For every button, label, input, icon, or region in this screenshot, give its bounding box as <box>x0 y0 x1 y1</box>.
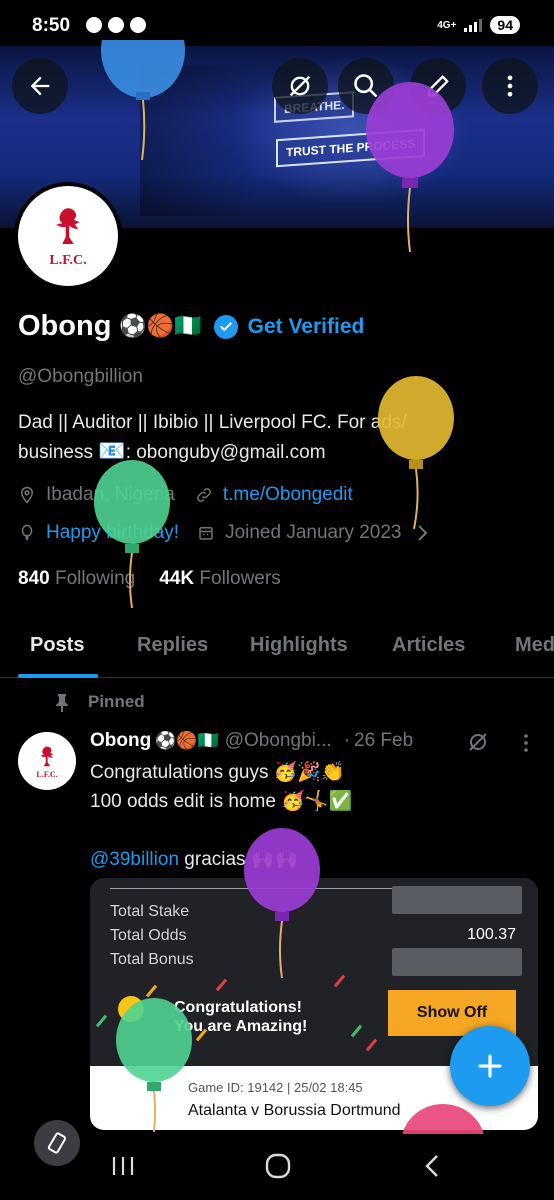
post-more-icon[interactable] <box>516 732 536 754</box>
bonus-value-redacted <box>392 948 522 976</box>
system-navigation-bar <box>0 1132 554 1200</box>
birthday-link[interactable]: Happy birthday! <box>46 522 179 544</box>
post-line-1: Congratulations guys 🥳🎉👏 <box>90 762 345 783</box>
profile-bio: Dad || Auditor || Ibibio || Liverpool FC… <box>18 408 538 467</box>
congrats-message: Congratulations! You are Amazing! <box>174 999 308 1035</box>
post-author-avatar[interactable]: L.F.C. <box>18 732 76 790</box>
battery-indicator: 94 <box>490 16 520 34</box>
back-nav-icon[interactable] <box>422 1154 442 1178</box>
signal-icon <box>464 18 483 32</box>
match-name: Atalanta v Borussia Dortmund <box>188 1102 401 1119</box>
grok-button[interactable] <box>272 58 328 114</box>
back-button[interactable] <box>12 58 68 114</box>
app-notification-icon <box>130 17 146 33</box>
profile-meta-row-2: Happy birthday! Joined January 2023 <box>18 522 430 544</box>
profile-tabs: Posts Replies Highlights Articles Media <box>0 618 554 678</box>
more-vertical-icon <box>507 75 513 97</box>
post-author-name[interactable]: Obong <box>90 730 151 752</box>
notification-icons <box>86 17 146 33</box>
recent-apps-icon[interactable] <box>110 1154 136 1178</box>
status-time: 8:50 <box>32 15 71 36</box>
following-stat[interactable]: 840 Following <box>18 568 135 590</box>
profile-meta-row-1: Ibadan, Nigeria t.me/Obongedit <box>18 484 353 506</box>
total-stake-label: Total Stake <box>110 903 190 920</box>
total-bonus-label: Total Bonus <box>110 951 194 968</box>
post-date: 26 Feb <box>354 730 414 751</box>
post-author-handle[interactable]: @Obongbi... <box>225 730 332 752</box>
follow-stats: 840 Following 44K Followers <box>18 568 281 590</box>
compose-post-button[interactable] <box>450 1026 530 1106</box>
tab-posts[interactable]: Posts <box>30 634 84 657</box>
post-separator: · <box>343 730 351 751</box>
tab-replies[interactable]: Replies <box>137 634 208 657</box>
calendar-icon <box>199 527 213 540</box>
get-verified-link[interactable]: Get Verified <box>248 315 365 339</box>
network-type: 4G+ <box>437 19 457 31</box>
coin-icon <box>118 996 144 1022</box>
mention-link[interactable]: @39billion <box>90 849 179 870</box>
edit-icon <box>427 75 449 97</box>
grok-icon[interactable] <box>466 730 490 754</box>
post-line-2: 100 odds edit is home 🥳🤸✅ <box>90 791 353 812</box>
search-icon <box>354 74 378 98</box>
post-header: Obong ⚽🏀🇳🇬 @Obongbi... · 26 Feb <box>90 730 413 752</box>
bio-line-1: Dad || Auditor || Ibibio || Liverpool FC… <box>18 412 407 433</box>
verified-check-icon[interactable] <box>213 314 238 339</box>
telegram-notification-icon <box>108 17 124 33</box>
profile-handle: @Obongbillion <box>18 366 143 387</box>
total-odds-value: 100.37 <box>467 926 516 943</box>
profile-name-emojis: ⚽🏀🇳🇬 <box>119 314 202 339</box>
profile-location: Ibadan, Nigeria <box>46 484 175 505</box>
location-pin-icon <box>20 486 34 504</box>
rotate-icon <box>47 1132 67 1154</box>
liverbird-icon <box>40 746 54 766</box>
search-button[interactable] <box>338 58 394 114</box>
tab-articles[interactable]: Articles <box>392 634 465 657</box>
profile-avatar[interactable]: L.F.C. <box>14 182 122 290</box>
post-line-3: @39billion gracias 🙌🙌 <box>90 849 299 870</box>
chevron-right-icon[interactable] <box>416 524 430 542</box>
game-id: Game ID: 19142 | 25/02 18:45 <box>188 1080 363 1095</box>
envelope-emoji: 📧 <box>98 439 126 464</box>
balloon-icon <box>21 524 33 541</box>
link-icon <box>196 488 211 502</box>
plus-icon <box>478 1054 502 1078</box>
more-options-button[interactable] <box>482 58 538 114</box>
tab-highlights[interactable]: Highlights <box>250 634 348 657</box>
status-bar: 8:50 4G+ 94 <box>0 0 554 46</box>
active-tab-indicator <box>18 674 98 678</box>
post-author-emojis: ⚽🏀🇳🇬 <box>155 731 219 751</box>
avatar-lfc-text: L.F.C. <box>36 769 58 779</box>
total-odds-label: Total Odds <box>110 927 187 944</box>
chat-notification-icon <box>86 17 102 33</box>
profile-joined-date: Joined January 2023 <box>225 522 402 543</box>
stake-value-redacted <box>392 886 522 914</box>
grok-icon <box>289 75 311 97</box>
profile-name-row: Obong ⚽🏀🇳🇬 Get Verified <box>18 310 364 343</box>
avatar-lfc-text: L.F.C. <box>49 253 87 268</box>
profile-name: Obong <box>18 310 112 342</box>
pinned-label: Pinned <box>88 692 145 711</box>
edit-profile-button[interactable] <box>410 58 466 114</box>
rotate-screen-button[interactable] <box>34 1120 80 1166</box>
pin-icon <box>56 694 68 712</box>
home-icon[interactable] <box>264 1152 292 1180</box>
back-icon <box>30 76 50 96</box>
tab-media[interactable]: Media <box>515 634 554 657</box>
bio-line-2: business 📧: obonguby@gmail.com <box>18 439 326 464</box>
post-text: Congratulations guys 🥳🎉👏 100 odds edit i… <box>90 758 530 874</box>
followers-stat[interactable]: 44K Followers <box>159 568 280 590</box>
pinned-indicator: Pinned <box>54 692 145 712</box>
profile-website-link[interactable]: t.me/Obongedit <box>223 484 353 506</box>
liverbird-icon <box>56 208 80 244</box>
